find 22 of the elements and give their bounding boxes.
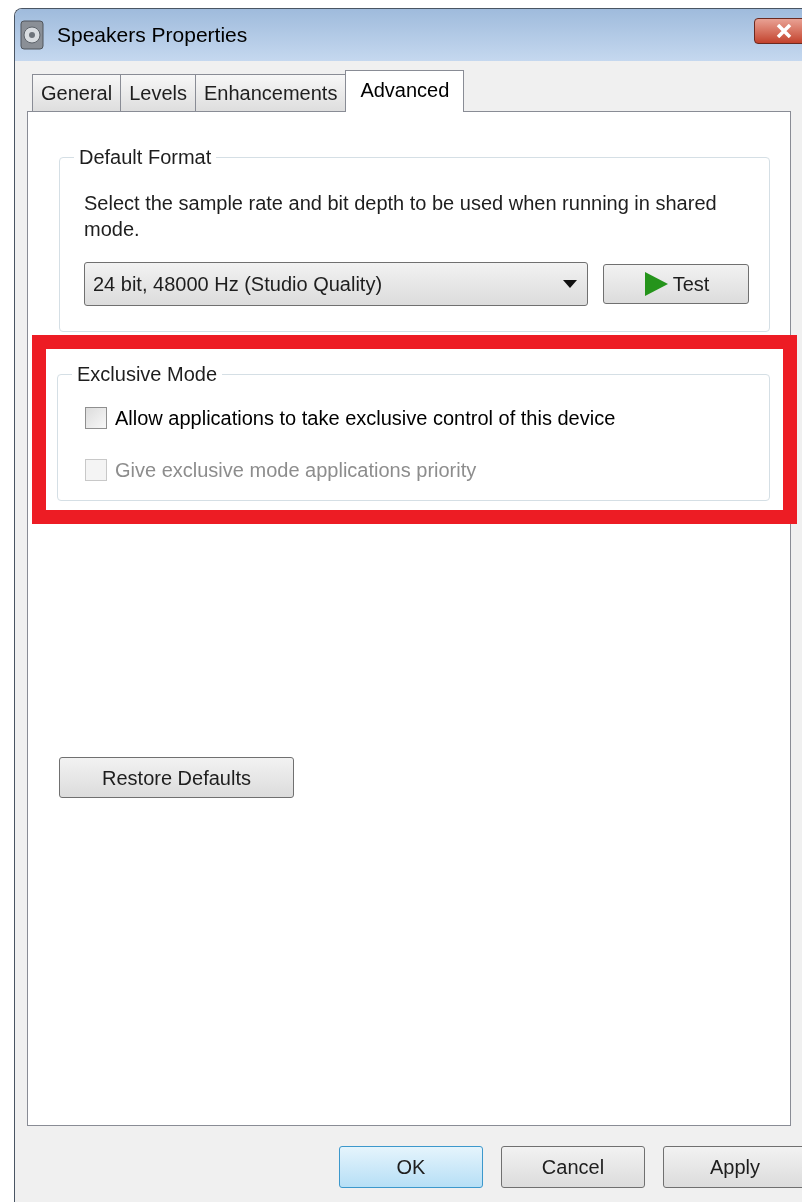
close-icon xyxy=(776,24,792,38)
checkbox[interactable] xyxy=(85,407,107,429)
test-button[interactable]: Test xyxy=(603,264,749,304)
window-title: Speakers Properties xyxy=(57,22,248,49)
dialog-button[interactable]: OK xyxy=(339,1146,483,1188)
tab[interactable]: General xyxy=(32,74,122,111)
tab[interactable]: Advanced xyxy=(345,70,465,112)
group-title: Default Format xyxy=(78,145,213,170)
dropdown-arrow-icon xyxy=(563,280,577,288)
description-text: Select the sample rate and bit depth to be used when running in shared mode. xyxy=(84,191,718,242)
format-dropdown[interactable]: 24 bit, 48000 Hz (Studio Quality) xyxy=(84,262,588,306)
checkbox-label: Give exclusive mode applications priority xyxy=(115,458,477,483)
tab[interactable]: Enhancements xyxy=(194,74,347,111)
dialog-button[interactable]: Apply xyxy=(663,1146,802,1188)
speaker-icon xyxy=(19,20,47,50)
tab[interactable]: Levels xyxy=(120,74,196,111)
play-icon xyxy=(642,271,669,297)
group-title: Exclusive Mode xyxy=(76,362,219,387)
restore-defaults-button[interactable]: Restore Defaults xyxy=(59,757,294,798)
dialog-button[interactable]: Cancel xyxy=(501,1146,645,1188)
close-button[interactable] xyxy=(754,18,802,44)
checkbox-label: Allow applications to take exclusive control of this device xyxy=(115,406,616,431)
